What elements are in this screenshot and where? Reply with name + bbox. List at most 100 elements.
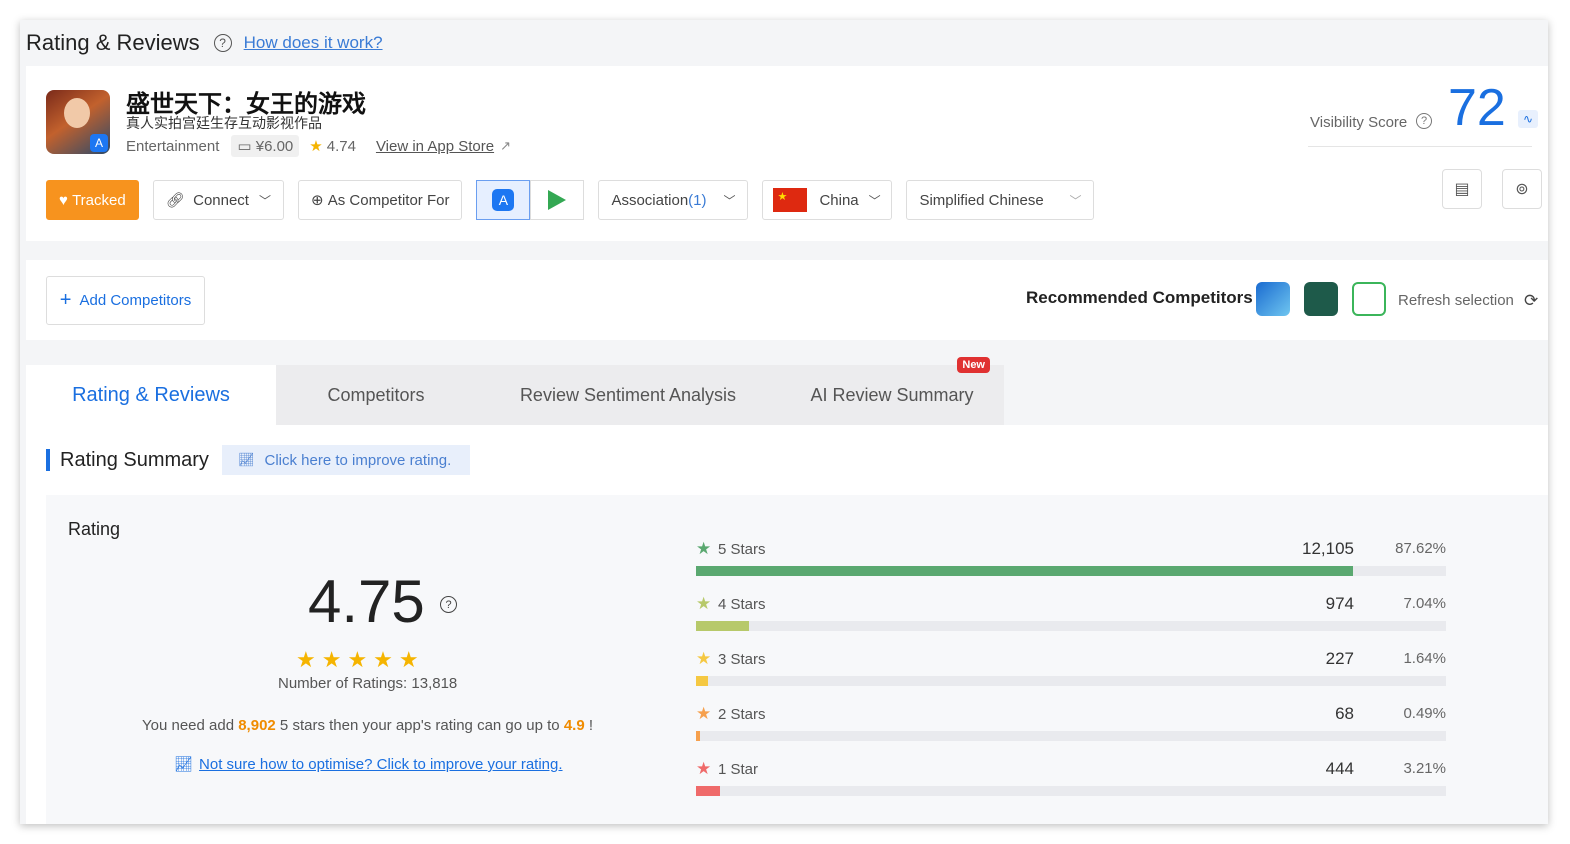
- competitor-app-icon[interactable]: [1304, 282, 1338, 316]
- rating-bar-track: [696, 566, 1446, 576]
- store-switcher: A: [476, 180, 585, 220]
- rating-bar-fill: [696, 621, 749, 631]
- country-dropdown[interactable]: ★ China ﹀: [762, 180, 893, 220]
- star-level-label: 3 Stars: [718, 651, 766, 668]
- refresh-icon[interactable]: ⟳: [1524, 291, 1538, 311]
- china-flag-icon: ★: [773, 188, 808, 212]
- page-header: Rating & Reviews ? How does it work?: [20, 20, 1548, 66]
- rating-bar-fill: [696, 731, 700, 741]
- average-rating: 4.75: [308, 568, 425, 635]
- question-circle-icon[interactable]: ?: [1416, 113, 1432, 129]
- app-store-toggle[interactable]: A: [476, 180, 531, 220]
- add-competitors-button[interactable]: + Add Competitors: [46, 276, 205, 325]
- connect-dropdown[interactable]: 🔗︎ Connect ﹀: [152, 180, 284, 220]
- analysis-search-icon[interactable]: ⊚: [1502, 169, 1542, 209]
- competitors-band: + Add Competitors Recommended Competitor…: [26, 260, 1548, 340]
- app-category: Entertainment: [126, 137, 220, 155]
- page-title: Rating & Reviews: [26, 30, 200, 55]
- tab-rating-reviews[interactable]: Rating & Reviews: [26, 365, 276, 425]
- rating-bar-track: [696, 786, 1446, 796]
- question-circle-icon[interactable]: ?: [213, 34, 232, 52]
- star-percent: 3.21%: [1403, 760, 1446, 777]
- number-of-ratings: Number of Ratings: 13,818: [278, 675, 458, 692]
- star-icon: ★: [696, 759, 712, 778]
- improve-rating-button[interactable]: 📈︎ Click here to improve rating.: [222, 445, 470, 475]
- pulse-chart-icon[interactable]: ∿: [1518, 110, 1538, 128]
- rating-bar-row: ★ 2 Stars 68 0.49%: [696, 704, 1446, 744]
- view-in-app-store-link[interactable]: View in App Store: [376, 138, 494, 155]
- star-icon: ★: [696, 539, 712, 558]
- star-count: 974: [1325, 594, 1354, 613]
- visibility-score-label: Visibility Score: [1310, 114, 1408, 131]
- new-badge: New: [957, 357, 990, 373]
- star-level-label: 1 Star: [718, 761, 759, 778]
- how-does-it-work-link[interactable]: How does it work?: [244, 33, 383, 53]
- tab-competitors[interactable]: Competitors: [276, 365, 476, 425]
- plus-circle-icon: ⊕: [311, 192, 328, 209]
- app-icon: A: [46, 90, 110, 154]
- app-toolbar: ♥ Tracked 🔗︎ Connect ﹀ ⊕ As Competitor Fo…: [46, 180, 1108, 220]
- rating-summary-title: Rating Summary: [46, 449, 209, 471]
- page-frame: Rating & Reviews ? How does it work? A 盛…: [20, 20, 1548, 824]
- chevron-down-icon: ﹀: [723, 193, 736, 208]
- app-meta: Entertainment ▭ ¥6.00 ★ 4.74 View in App…: [126, 134, 511, 158]
- chevron-down-icon: ﹀: [1069, 193, 1082, 208]
- star-percent: 1.64%: [1403, 650, 1446, 667]
- rating-bar-row: ★ 3 Stars 227 1.64%: [696, 649, 1446, 689]
- recommended-competitors-label: Recommended Competitors: [1026, 288, 1253, 307]
- as-competitor-for-button[interactable]: ⊕ As Competitor For: [298, 180, 463, 220]
- rating-stars: ★★★★★: [296, 647, 425, 672]
- app-subtitle: 真人实拍宫廷生存互动影视作品: [126, 115, 322, 131]
- tab-review-sentiment-analysis[interactable]: Review Sentiment Analysis: [476, 365, 780, 425]
- external-link-icon[interactable]: ↗: [500, 138, 511, 154]
- rating-bar-fill: [696, 676, 708, 686]
- heart-icon: ♥: [59, 191, 73, 209]
- google-play-icon: [548, 190, 567, 210]
- rating-bar-track: [696, 731, 1446, 741]
- star-icon: ★: [696, 649, 712, 668]
- star-icon: ★: [696, 704, 712, 723]
- association-dropdown[interactable]: Association(1) ﹀: [598, 180, 749, 220]
- star-level-label: 2 Stars: [718, 706, 766, 723]
- competitor-app-icon[interactable]: [1352, 282, 1386, 316]
- rating-bar-fill: [696, 786, 720, 796]
- competitor-app-icon[interactable]: [1256, 282, 1290, 316]
- app-store-icon: A: [492, 189, 515, 211]
- star-level-label: 4 Stars: [718, 596, 766, 613]
- rating-label: Rating: [68, 519, 121, 539]
- report-icon[interactable]: ▤: [1442, 169, 1482, 209]
- refresh-selection-button[interactable]: Refresh selection: [1398, 292, 1514, 309]
- app-store-badge-icon: A: [90, 134, 108, 152]
- question-circle-icon[interactable]: ?: [440, 596, 457, 613]
- rating-improvement-text: You need add 8,902 5 stars then your app…: [142, 717, 594, 734]
- star-count: 227: [1325, 649, 1354, 668]
- plus-icon: +: [59, 289, 72, 311]
- rating-bar-track: [696, 621, 1446, 631]
- star-percent: 0.49%: [1403, 705, 1446, 722]
- price-tag-icon: ▭: [237, 138, 256, 155]
- rating-bar-track: [696, 676, 1446, 686]
- google-play-toggle[interactable]: [530, 180, 585, 220]
- star-level-label: 5 Stars: [718, 541, 766, 558]
- optimise-rating-link[interactable]: 📈︎ Not sure how to optimise? Click to imp…: [174, 755, 563, 773]
- star-icon: ★: [696, 594, 712, 613]
- app-card: A 盛世天下：女王的游戏 真人实拍宫廷生存互动影视作品 Entertainmen…: [26, 66, 1548, 241]
- rating-bar-row: ★ 5 Stars 12,105 87.62%: [696, 539, 1446, 579]
- chevron-down-icon: ﹀: [868, 193, 881, 208]
- app-rating: 4.74: [326, 137, 356, 155]
- tab-bar: Rating & Reviews Competitors Review Sent…: [26, 357, 1004, 425]
- star-percent: 7.04%: [1403, 595, 1446, 612]
- rating-bar-row: ★ 1 Star 444 3.21%: [696, 759, 1446, 799]
- link-icon: 🔗︎: [165, 192, 194, 209]
- visibility-score: Visibility Score ? 72 ∿: [1308, 66, 1548, 148]
- rating-reviews-content: Rating Summary 📈︎ Click here to improve …: [26, 425, 1548, 824]
- star-icon: ★: [309, 138, 323, 155]
- line-chart-icon: 📈︎: [174, 756, 194, 773]
- tab-ai-review-summary[interactable]: AI Review Summary New: [780, 357, 1004, 425]
- star-count: 68: [1335, 704, 1354, 723]
- star-count: 12,105: [1302, 539, 1354, 558]
- rating-bar-row: ★ 4 Stars 974 7.04%: [696, 594, 1446, 634]
- visibility-score-value: 72: [1448, 79, 1506, 137]
- tracked-button[interactable]: ♥ Tracked: [46, 180, 139, 220]
- language-dropdown[interactable]: Simplified Chinese ﹀: [906, 180, 1095, 220]
